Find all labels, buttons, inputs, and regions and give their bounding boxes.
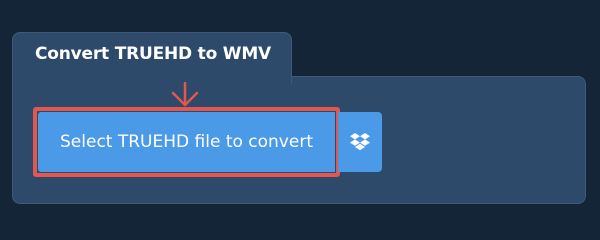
converter-widget: Convert TRUEHD to WMV Select TRUEHD file…	[0, 0, 600, 230]
dropbox-icon	[350, 133, 370, 151]
select-file-button[interactable]: Select TRUEHD file to convert	[38, 112, 335, 172]
arrow-down-icon	[171, 82, 199, 107]
dropbox-button[interactable]	[338, 112, 382, 172]
tab-title: Convert TRUEHD to WMV	[35, 44, 272, 64]
